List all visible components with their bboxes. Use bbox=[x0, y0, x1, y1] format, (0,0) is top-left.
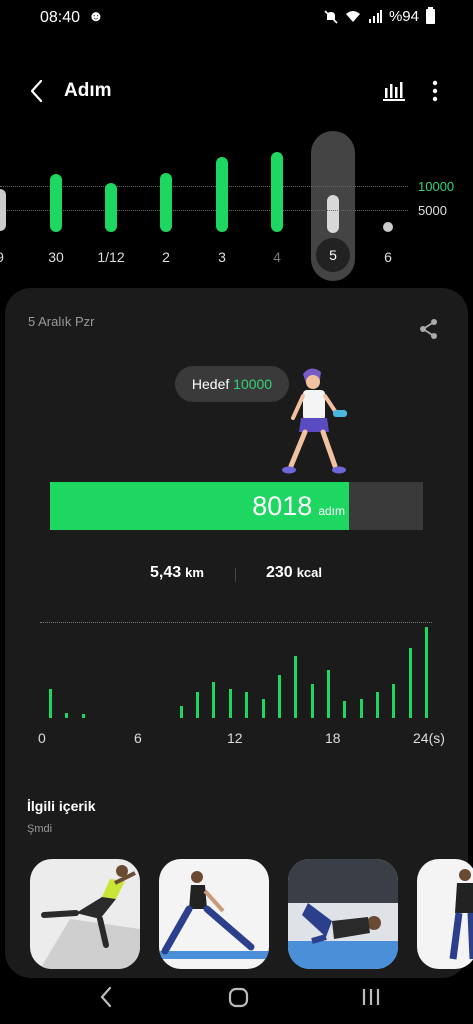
hourly-bar bbox=[82, 714, 85, 718]
workout-thumbnail-image bbox=[288, 859, 398, 969]
day-label: 2 bbox=[162, 249, 170, 265]
more-icon[interactable] bbox=[427, 78, 443, 104]
selected-day-label: 5 bbox=[316, 238, 350, 272]
day-bar[interactable] bbox=[105, 183, 117, 232]
signal-icon bbox=[368, 10, 382, 23]
day-label: 3 bbox=[218, 249, 226, 265]
hourly-bar bbox=[245, 692, 248, 718]
workout-thumbnail[interactable] bbox=[417, 859, 473, 969]
hourly-bar bbox=[294, 656, 297, 718]
workout-thumbnail-image bbox=[159, 871, 269, 959]
hour-tick-label: 18 bbox=[325, 730, 341, 746]
battery-icon bbox=[426, 7, 435, 24]
day-bar[interactable] bbox=[50, 174, 62, 232]
hourly-bar bbox=[196, 692, 199, 718]
day-date: 5 Aralık Pzr bbox=[28, 314, 95, 329]
goal-bubble: Hedef 10000 bbox=[175, 366, 289, 402]
calories-unit: kcal bbox=[296, 565, 323, 580]
day-label: 4 bbox=[273, 249, 281, 265]
workout-thumbnail[interactable] bbox=[30, 859, 140, 969]
hourly-bar bbox=[262, 699, 265, 718]
workout-thumbnail-image bbox=[449, 869, 473, 960]
nav-home-icon[interactable] bbox=[228, 987, 249, 1008]
metric-separator bbox=[235, 568, 236, 582]
person-icon: ☻ bbox=[88, 8, 104, 25]
back-icon[interactable] bbox=[28, 78, 46, 104]
hour-tick-label: 24(s) bbox=[413, 730, 445, 746]
hour-tick-label: 12 bbox=[227, 730, 243, 746]
workout-thumbnail[interactable] bbox=[288, 859, 398, 969]
day-bar[interactable] bbox=[383, 222, 393, 232]
hourly-bar bbox=[392, 684, 395, 718]
goal-value: 10000 bbox=[233, 376, 273, 392]
goal-label: Hedef bbox=[191, 376, 230, 392]
hourly-bar bbox=[327, 670, 330, 718]
related-content-title: İlgili içerik bbox=[27, 798, 96, 814]
hourly-bar bbox=[65, 713, 68, 718]
distance-unit: km bbox=[185, 565, 204, 580]
hourly-chart-gridline bbox=[40, 622, 432, 623]
hourly-bar bbox=[409, 648, 412, 718]
selected-day-highlight[interactable]: 5 bbox=[311, 131, 355, 281]
hourly-step-chart: 0 6 12 18 24(s) bbox=[5, 618, 468, 758]
status-bar: 08:40 ☻ %94 bbox=[0, 0, 473, 36]
hourly-bar bbox=[49, 689, 52, 718]
hourly-bar bbox=[212, 682, 215, 718]
day-bar[interactable] bbox=[271, 152, 283, 232]
calories-value: 230 bbox=[266, 564, 293, 581]
battery-percent: %94 bbox=[388, 8, 419, 25]
day-label: 1/12 bbox=[97, 249, 125, 265]
day-label: 30 bbox=[48, 249, 64, 265]
workout-thumbnail-image bbox=[40, 865, 140, 969]
day-bar[interactable] bbox=[0, 189, 6, 231]
hourly-bar bbox=[311, 684, 314, 718]
nav-recent-apps-icon[interactable] bbox=[360, 986, 382, 1008]
workout-thumbnail[interactable] bbox=[159, 859, 269, 969]
status-icons: %94 bbox=[324, 7, 435, 25]
step-progress-bar: 8018 adım bbox=[50, 482, 423, 530]
step-count-text: 8018 adım bbox=[50, 482, 345, 530]
nav-back-icon[interactable] bbox=[98, 984, 114, 1010]
hourly-bar bbox=[278, 675, 281, 718]
weekly-step-chart[interactable]: 5 10000 5000 9 30 1/12 2 3 4 6 bbox=[0, 125, 473, 285]
status-time: 08:40 bbox=[40, 9, 81, 26]
walking-figure-illustration bbox=[282, 368, 347, 474]
page-title: Adım bbox=[64, 80, 112, 101]
step-count: 8018 bbox=[252, 491, 313, 521]
hourly-bar bbox=[180, 706, 183, 718]
calories-metric: 230 kcal bbox=[266, 564, 322, 582]
day-detail-card: 5 Aralık Pzr Hedef 10000 8018 adım 5,43 km… bbox=[5, 288, 473, 978]
selected-day-bar bbox=[327, 195, 339, 233]
step-unit: adım bbox=[318, 504, 345, 518]
day-metrics: 5,43 km 230 kcal bbox=[5, 564, 468, 588]
distance-value: 5,43 bbox=[150, 564, 182, 581]
distance-metric: 5,43 km bbox=[150, 564, 204, 582]
app-bar: Adım bbox=[0, 72, 473, 112]
day-bar[interactable] bbox=[216, 157, 228, 232]
system-navigation-bar bbox=[0, 972, 473, 1024]
mute-icon bbox=[324, 9, 338, 24]
goal-label-10000: 10000 bbox=[418, 179, 455, 194]
hourly-bar bbox=[229, 689, 232, 718]
share-icon[interactable] bbox=[419, 318, 439, 340]
related-content-subtitle: Şmdi bbox=[27, 823, 53, 835]
day-bar[interactable] bbox=[160, 173, 172, 232]
hourly-bar bbox=[425, 627, 428, 718]
hourly-bar bbox=[343, 701, 346, 718]
wifi-icon bbox=[345, 11, 360, 22]
hour-tick-label: 0 bbox=[38, 730, 46, 746]
hourly-bar bbox=[376, 692, 379, 718]
day-label: 6 bbox=[384, 249, 392, 265]
bar-chart-icon[interactable] bbox=[382, 78, 406, 102]
hour-tick-label: 6 bbox=[134, 730, 142, 746]
hourly-bar bbox=[360, 699, 363, 718]
goal-label-5000: 5000 bbox=[418, 203, 447, 218]
day-label: 9 bbox=[0, 249, 22, 265]
